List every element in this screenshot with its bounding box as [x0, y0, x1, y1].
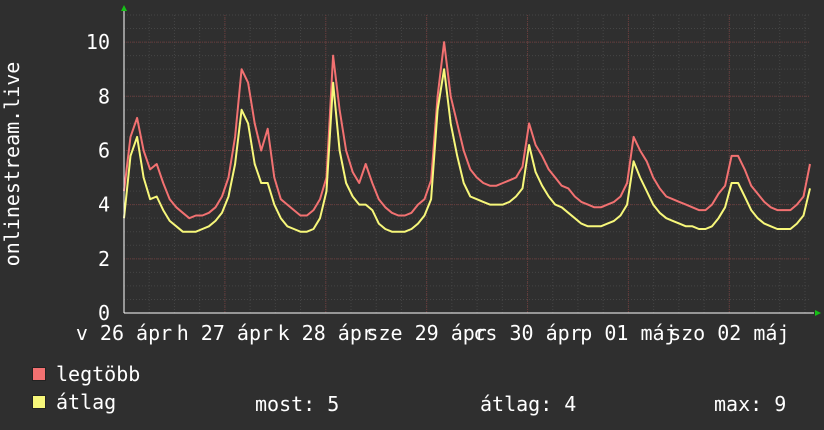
- x-axis-arrow: [815, 310, 821, 316]
- x-tick-label: cs 30 ápr: [473, 321, 581, 345]
- y-tick-label: 8: [98, 84, 110, 108]
- x-tick-label: p 01 máj: [580, 321, 676, 345]
- x-tick-label: v 26 ápr: [76, 321, 172, 345]
- x-tick-label: sze 29 ápr: [366, 321, 486, 345]
- y-axis-arrow: [121, 5, 127, 11]
- y-axis-label: onlinestream.live: [0, 62, 24, 267]
- stat-now: most: 5: [255, 392, 340, 416]
- legend-label-avg: átlag: [56, 390, 117, 414]
- line-chart: 0246810v 26 ápr h 27 ápr k 28 áprsze 29 áp…: [0, 5, 821, 345]
- legend-swatch-max: [32, 367, 46, 381]
- x-tick-label: h 27 ápr: [177, 321, 273, 345]
- x-tick-label: szo 02 máj: [669, 321, 789, 345]
- legend-item-max: legtöbb: [32, 362, 141, 386]
- stat-max: max: 9: [714, 392, 787, 416]
- legend-label-max: legtöbb: [56, 362, 141, 386]
- legend-swatch-avg: [32, 395, 46, 409]
- x-tick-label: k 28 ápr: [278, 321, 374, 345]
- y-tick-label: 10: [86, 30, 110, 54]
- y-tick-label: 4: [98, 193, 110, 217]
- stat-average: átlag: 4: [480, 392, 577, 416]
- chart-window: 0 2 4 6 8 10 v 26 ápr h 27 ápr k 28 ápr sze 29 áp…: [0, 0, 824, 430]
- y-tick-label: 2: [98, 247, 110, 271]
- legend-item-avg: átlag: [32, 390, 117, 414]
- y-tick-label: 6: [98, 138, 110, 162]
